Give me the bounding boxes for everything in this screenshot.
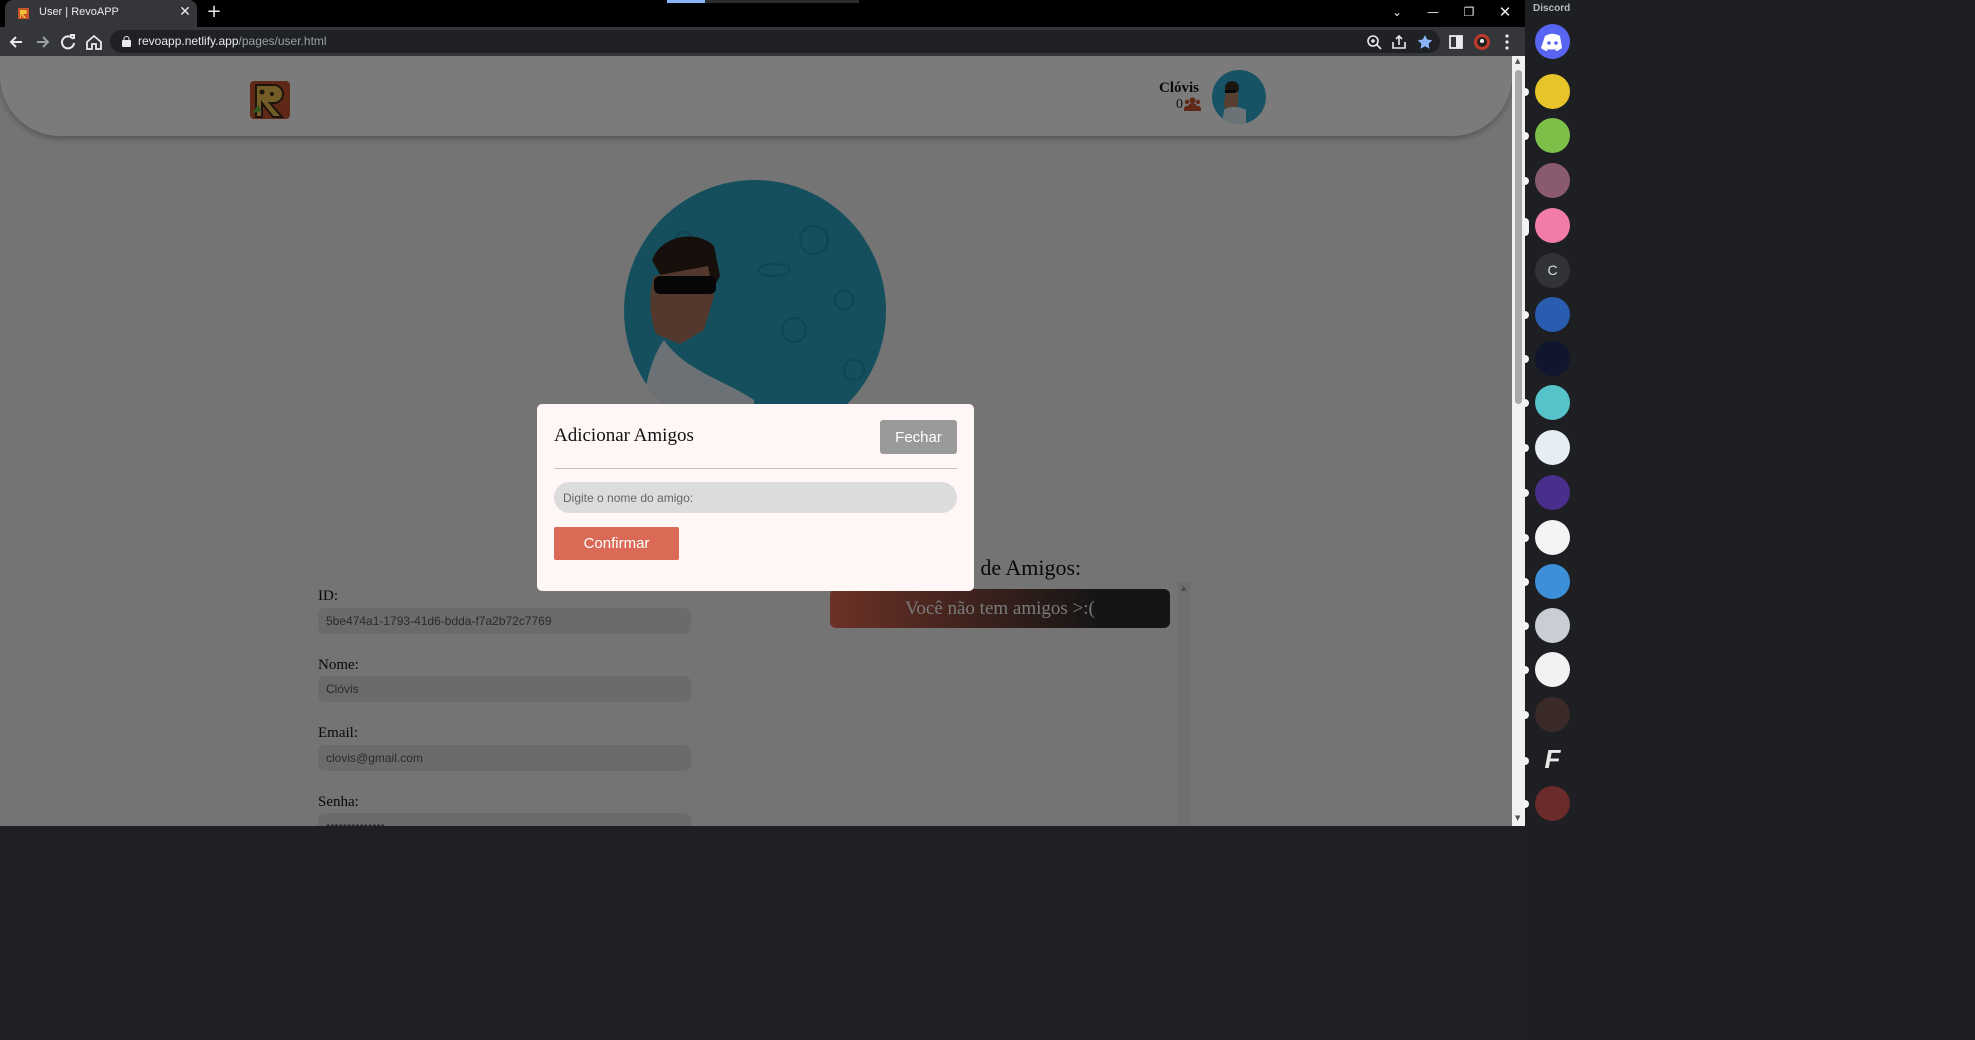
window-close-icon[interactable]: ✕ [1490, 2, 1520, 22]
revoapp-favicon-icon [18, 8, 29, 19]
unread-pill [1525, 88, 1529, 96]
page-viewport: Clóvis 0 ID: [0, 56, 1512, 826]
modal-divider [554, 468, 957, 469]
url-text: revoapp.netlify.app/pages/user.html [138, 34, 327, 48]
page-scrollbar[interactable]: ▲ ▼ [1512, 56, 1525, 826]
bookmark-star-icon[interactable] [1416, 33, 1434, 51]
unread-pill [1525, 132, 1529, 140]
unread-pill [1525, 622, 1529, 630]
server-icon[interactable] [1535, 520, 1570, 555]
back-icon[interactable] [6, 31, 28, 53]
server-icon[interactable] [1535, 297, 1570, 332]
unread-pill [1525, 800, 1529, 808]
server-icon[interactable] [1535, 786, 1570, 821]
unread-pill [1525, 399, 1529, 407]
close-tab-icon[interactable]: ✕ [177, 4, 193, 20]
minimize-icon[interactable]: — [1418, 2, 1448, 22]
server-letter-icon[interactable]: C [1535, 253, 1570, 288]
desktop-background [0, 826, 1525, 1040]
server-icon[interactable] [1535, 430, 1570, 465]
modal-title: Adicionar Amigos [554, 425, 694, 446]
unread-pill [1525, 711, 1529, 719]
server-icon[interactable] [1535, 74, 1570, 109]
tab-search-chevron-icon[interactable]: ⌄ [1382, 2, 1412, 22]
server-icon[interactable]: F [1535, 742, 1570, 777]
selected-pill [1525, 218, 1529, 236]
unread-pill [1525, 177, 1529, 185]
unread-pill [1525, 666, 1529, 674]
server-icon[interactable] [1535, 118, 1570, 153]
friend-name-input[interactable] [554, 482, 957, 513]
add-friends-modal: Adicionar Amigos Fechar Confirmar [537, 404, 974, 591]
lock-icon [122, 36, 131, 47]
home-icon[interactable] [83, 31, 105, 53]
server-icon[interactable] [1535, 163, 1570, 198]
new-tab-icon[interactable]: + [205, 3, 223, 21]
server-icon[interactable] [1535, 564, 1570, 599]
unread-pill [1525, 444, 1529, 452]
server-icon[interactable] [1535, 608, 1570, 643]
unread-pill [1525, 311, 1529, 319]
share-icon[interactable] [1390, 33, 1408, 51]
server-icon[interactable] [1535, 341, 1570, 376]
scroll-up-arrow-icon[interactable]: ▲ [1515, 57, 1520, 65]
reload-icon[interactable] [57, 31, 79, 53]
discord-sidebar: Discord C F [1525, 0, 1975, 1040]
unread-pill [1525, 534, 1529, 542]
url-path: /pages/user.html [238, 34, 327, 48]
more-menu-icon[interactable] [1496, 31, 1518, 53]
server-icon[interactable] [1535, 208, 1570, 243]
discord-home-icon[interactable] [1535, 24, 1570, 59]
discord-title: Discord [1533, 3, 1571, 14]
restore-icon[interactable]: ❐ [1454, 2, 1484, 22]
zoom-icon[interactable] [1365, 33, 1383, 51]
server-icon[interactable] [1535, 697, 1570, 732]
side-panel-icon[interactable] [1445, 31, 1467, 53]
unread-pill [1525, 578, 1529, 586]
unread-pill [1525, 355, 1529, 363]
server-icon[interactable] [1535, 385, 1570, 420]
address-bar[interactable]: revoapp.netlify.app/pages/user.html [110, 30, 1440, 53]
forward-icon[interactable] [31, 31, 53, 53]
profile-avatar-icon[interactable] [1471, 31, 1493, 53]
tab-title: User | RevoAPP [39, 6, 119, 18]
close-button[interactable]: Fechar [880, 420, 957, 454]
scrollbar-thumb[interactable] [1515, 70, 1522, 404]
scroll-down-arrow-icon[interactable]: ▼ [1515, 814, 1520, 822]
server-icon[interactable] [1535, 475, 1570, 510]
unread-pill [1525, 757, 1529, 765]
unread-pill [1525, 489, 1529, 497]
tab-search-indicator [667, 0, 859, 3]
server-icon[interactable] [1535, 652, 1570, 687]
confirm-button[interactable]: Confirmar [554, 527, 679, 560]
url-host: revoapp.netlify.app [138, 34, 239, 48]
tab-active[interactable]: User | RevoAPP ✕ [5, 0, 197, 27]
